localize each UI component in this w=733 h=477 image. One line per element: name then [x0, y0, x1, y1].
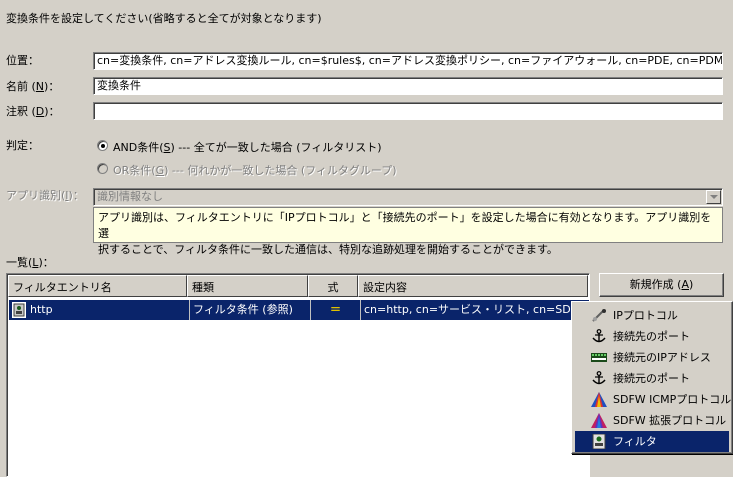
anchor-icon [592, 371, 606, 385]
new-entry-menu: IPプロトコル 接続先のポート 接続元のIPアドレス 接続元のポート SDFW … [571, 301, 733, 454]
menu-item-extended-protocol[interactable]: SDFW 拡張プロトコル [575, 410, 729, 431]
menu-item-filter[interactable]: フィルタ [575, 431, 729, 452]
app-id-select[interactable]: 識別情報なし [93, 188, 723, 206]
or-option-label: OR条件(G) --- 何れかが一致した場合 (フィルタグループ) [113, 164, 397, 177]
extended-protocol-icon [591, 413, 607, 428]
list-label: 一覧(L)： [6, 256, 54, 269]
instruction-text: 変換条件を設定してください(省略すると全てが対象となります) [6, 12, 322, 25]
ip-address-icon [591, 353, 607, 362]
column-header-type[interactable]: 種類 [187, 275, 308, 297]
row-expr: ＝ [310, 300, 360, 320]
column-header-name[interactable]: フィルタエントリ名 [8, 275, 187, 297]
or-radio[interactable] [97, 163, 108, 174]
filter-icon [592, 434, 606, 449]
name-input[interactable]: 変換条件 [93, 77, 723, 95]
dropdown-arrow-icon[interactable] [706, 190, 721, 204]
column-header-content[interactable]: 設定内容 [358, 275, 588, 297]
filter-entry-list[interactable]: フィルタエントリ名 種類 式 設定内容 http フィルタ条件 (参照) ＝ c… [6, 273, 590, 477]
and-option-label[interactable]: AND条件(S) --- 全てが一致した場合 (フィルタリスト) [113, 139, 382, 155]
row-content: cn=http, cn=サービス・リスト, cn=SDFWリスト [360, 300, 589, 320]
note-label: 注釈 (D)： [6, 105, 60, 118]
row-type: フィルタ条件 (参照) [189, 300, 310, 320]
new-create-button[interactable]: 新規作成 (A) [599, 273, 724, 297]
name-label: 名前 (N)： [6, 80, 60, 93]
filter-entry-icon [12, 302, 26, 318]
note-input[interactable] [93, 102, 723, 120]
icmp-protocol-icon [591, 392, 607, 407]
judgment-label: 判定： [6, 139, 39, 152]
table-row[interactable]: http フィルタ条件 (参照) ＝ cn=http, cn=サービス・リスト,… [9, 300, 589, 320]
app-id-description: アプリ識別は、フィルタエントリに「IPプロトコル」と「接続先のポート」を設定した… [93, 207, 723, 256]
position-field[interactable]: cn=変換条件, cn=アドレス変換ルール, cn=$rules$, cn=アド… [93, 52, 723, 70]
menu-item-icmp-protocol[interactable]: SDFW ICMPプロトコル [575, 389, 731, 410]
ip-protocol-icon [592, 309, 606, 322]
menu-item-ip-protocol[interactable]: IPプロトコル [575, 305, 729, 326]
row-name: http [30, 303, 53, 316]
menu-item-src-ip[interactable]: 接続元のIPアドレス [575, 347, 729, 368]
anchor-icon [592, 329, 606, 343]
menu-item-src-port[interactable]: 接続元のポート [575, 368, 729, 389]
app-id-label: アプリ識別(I)： [6, 189, 84, 202]
app-id-value: 識別情報なし [97, 190, 163, 203]
and-radio[interactable] [97, 140, 108, 151]
position-label: 位置： [6, 54, 39, 67]
menu-item-dest-port[interactable]: 接続先のポート [575, 326, 729, 347]
column-header-expr[interactable]: 式 [308, 275, 358, 297]
